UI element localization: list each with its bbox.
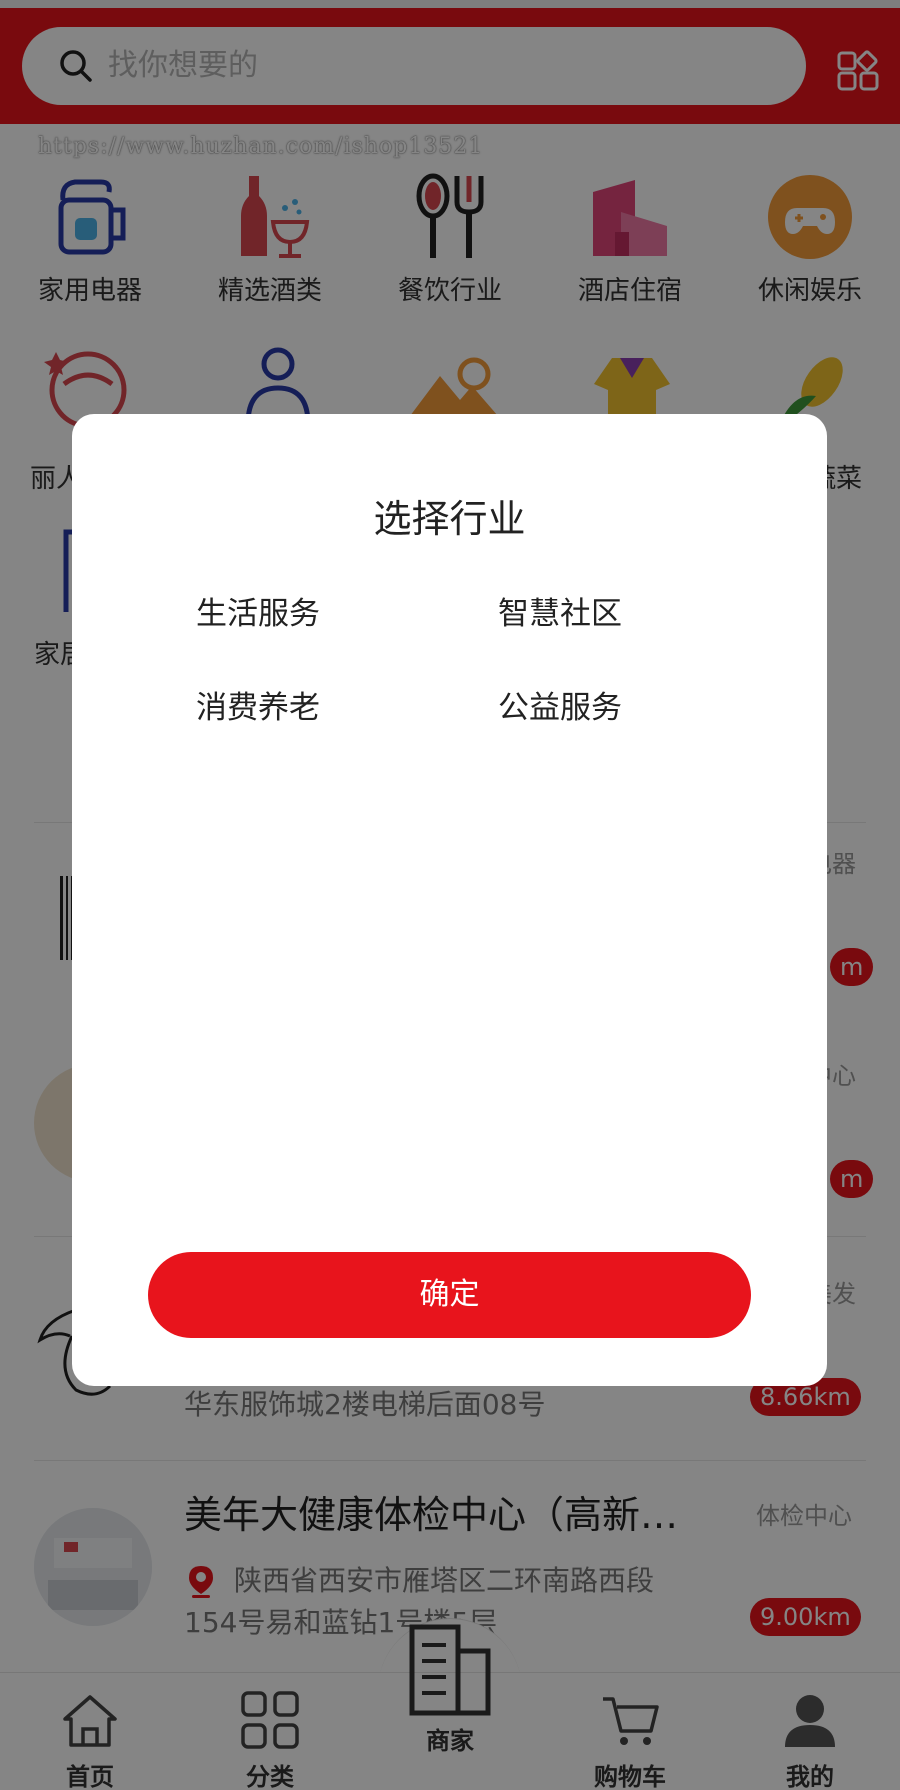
- option-public-welfare[interactable]: 公益服务: [498, 682, 622, 727]
- option-elderly-consumption[interactable]: 消费养老: [196, 682, 320, 727]
- industry-select-dialog: 选择行业 生活服务 智慧社区 消费养老 公益服务 确定: [72, 414, 827, 1386]
- option-life-services[interactable]: 生活服务: [196, 588, 320, 633]
- dialog-title: 选择行业: [373, 497, 526, 541]
- option-smart-community[interactable]: 智慧社区: [498, 588, 622, 633]
- confirm-button[interactable]: 确定: [148, 1252, 751, 1338]
